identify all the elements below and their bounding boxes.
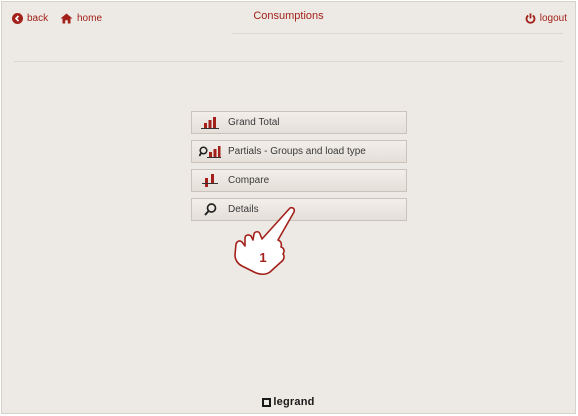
logout-button[interactable]: logout	[525, 11, 567, 25]
content-divider	[14, 61, 563, 62]
header-divider	[232, 33, 563, 34]
top-bar: back home Consumptions logout	[2, 2, 575, 34]
compare-label: Compare	[228, 175, 270, 186]
partials-button[interactable]: Partials - Groups and load type	[191, 140, 407, 163]
magnifier-icon	[192, 203, 228, 216]
callout-number: 1	[259, 250, 266, 265]
logo-square	[262, 397, 272, 407]
compare-chart-icon	[192, 174, 228, 187]
logout-label: logout	[539, 12, 567, 24]
power-icon	[525, 13, 536, 24]
grand-total-label: Grand Total	[228, 117, 280, 128]
bar-chart-icon	[192, 116, 228, 129]
legrand-logo: legrand	[2, 394, 575, 410]
partials-label: Partials - Groups and load type	[228, 146, 366, 157]
brand-name: legrand	[273, 396, 315, 408]
grand-total-button[interactable]: Grand Total	[191, 111, 407, 134]
pointing-hand-icon: 1	[234, 206, 296, 276]
page-title: Consumptions	[253, 10, 324, 22]
compare-button[interactable]: Compare	[191, 169, 407, 192]
app-frame: back home Consumptions logout Grand Tota…	[1, 1, 576, 414]
search-bar-chart-icon	[192, 145, 228, 158]
